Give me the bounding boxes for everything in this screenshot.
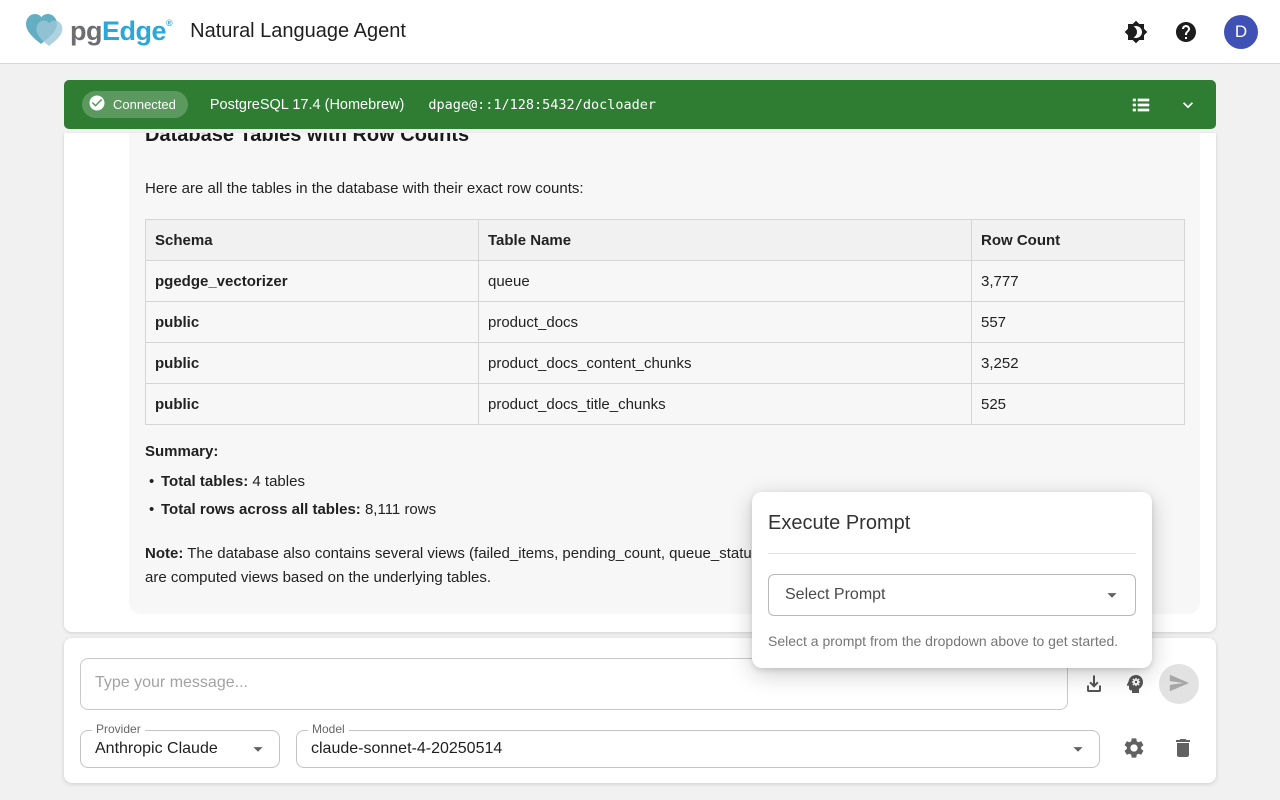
pgedge-wordmark: pgEdge® <box>70 18 172 45</box>
execute-prompt-dialog: Execute Prompt Select Prompt Select a pr… <box>752 492 1152 668</box>
settings-button[interactable] <box>1122 736 1146 760</box>
trash-icon <box>1171 736 1195 760</box>
app: pgEdge® Natural Language Agent D Connect… <box>0 0 1280 800</box>
cell-table-name: product_docs_content_chunks <box>479 343 972 384</box>
dropdown-arrow-icon <box>1067 738 1089 760</box>
cell-table-name: product_docs_title_chunks <box>479 384 972 425</box>
table-row: public product_docs_title_chunks 525 <box>146 384 1185 425</box>
prompt-select-value: Select Prompt <box>785 586 1101 604</box>
dark-mode-toggle[interactable] <box>1124 20 1148 44</box>
settings-gear-icon <box>1122 736 1146 760</box>
cell-row-count: 3,252 <box>972 343 1185 384</box>
server-version: PostgreSQL 17.4 (Homebrew) <box>210 97 405 113</box>
provider-value: Anthropic Claude <box>95 740 247 758</box>
dialog-divider <box>768 553 1136 554</box>
help-icon <box>1174 20 1198 44</box>
table-row: public product_docs_content_chunks 3,252 <box>146 343 1185 384</box>
cell-table-name: queue <box>479 261 972 302</box>
connection-expand-button[interactable] <box>1178 95 1198 115</box>
column-header-schema: Schema <box>146 220 479 261</box>
thinking-mode-button[interactable] <box>1123 672 1147 696</box>
cell-row-count: 525 <box>972 384 1185 425</box>
table-row: public product_docs 557 <box>146 302 1185 343</box>
table-header-row: Schema Table Name Row Count <box>146 220 1185 261</box>
user-avatar[interactable]: D <box>1224 15 1258 49</box>
psychology-icon <box>1123 672 1147 696</box>
column-header-row-count: Row Count <box>972 220 1185 261</box>
dark-mode-icon <box>1124 20 1148 44</box>
cell-schema: public <box>146 343 479 384</box>
status-label: Connected <box>113 97 176 112</box>
cell-table-name: product_docs <box>479 302 972 343</box>
provider-label: Provider <box>92 723 145 735</box>
pgedge-heart-icon <box>22 8 68 55</box>
dialog-helper-text: Select a prompt from the dropdown above … <box>768 633 1136 649</box>
message-heading: Database Tables with Row Counts <box>145 133 1184 147</box>
cell-row-count: 557 <box>972 302 1185 343</box>
pgedge-logo[interactable]: pgEdge® <box>22 8 172 55</box>
provider-select[interactable]: Provider Anthropic Claude <box>80 730 280 768</box>
cell-schema: public <box>146 302 479 343</box>
cell-schema: pgedge_vectorizer <box>146 261 479 302</box>
download-icon <box>1082 672 1106 696</box>
chevron-down-icon <box>1178 95 1198 115</box>
table-row: pgedge_vectorizer queue 3,777 <box>146 261 1185 302</box>
summary-label: Summary: <box>145 443 1184 460</box>
cell-row-count: 3,777 <box>972 261 1185 302</box>
help-button[interactable] <box>1174 20 1198 44</box>
export-chat-button[interactable] <box>1082 672 1106 696</box>
send-button[interactable] <box>1159 664 1199 704</box>
check-circle-icon <box>88 94 106 115</box>
dropdown-arrow-icon <box>247 738 269 760</box>
cell-schema: public <box>146 384 479 425</box>
connection-string: dpage@::1/128:5432/docloader <box>428 97 656 113</box>
model-label: Model <box>308 723 349 735</box>
dialog-title: Execute Prompt <box>768 512 1136 535</box>
column-header-table-name: Table Name <box>479 220 972 261</box>
page-title: Natural Language Agent <box>190 20 406 43</box>
model-select[interactable]: Model claude-sonnet-4-20250514 <box>296 730 1100 768</box>
message-intro: Here are all the tables in the database … <box>145 179 1184 199</box>
list-item: Total tables: 4 tables <box>145 472 1184 492</box>
dropdown-arrow-icon <box>1101 584 1123 606</box>
header-actions: D <box>1124 15 1258 49</box>
clear-chat-button[interactable] <box>1171 736 1195 760</box>
app-header: pgEdge® Natural Language Agent D <box>0 0 1280 64</box>
connection-list-button[interactable] <box>1130 94 1152 116</box>
model-value: claude-sonnet-4-20250514 <box>311 740 1067 758</box>
queue-list-icon <box>1130 94 1152 116</box>
connection-bar[interactable]: Connected PostgreSQL 17.4 (Homebrew) dpa… <box>64 80 1216 129</box>
prompt-select[interactable]: Select Prompt <box>768 574 1136 616</box>
send-icon <box>1168 672 1190 697</box>
row-counts-table: Schema Table Name Row Count pgedge_vecto… <box>145 219 1185 425</box>
status-badge: Connected <box>82 91 188 118</box>
